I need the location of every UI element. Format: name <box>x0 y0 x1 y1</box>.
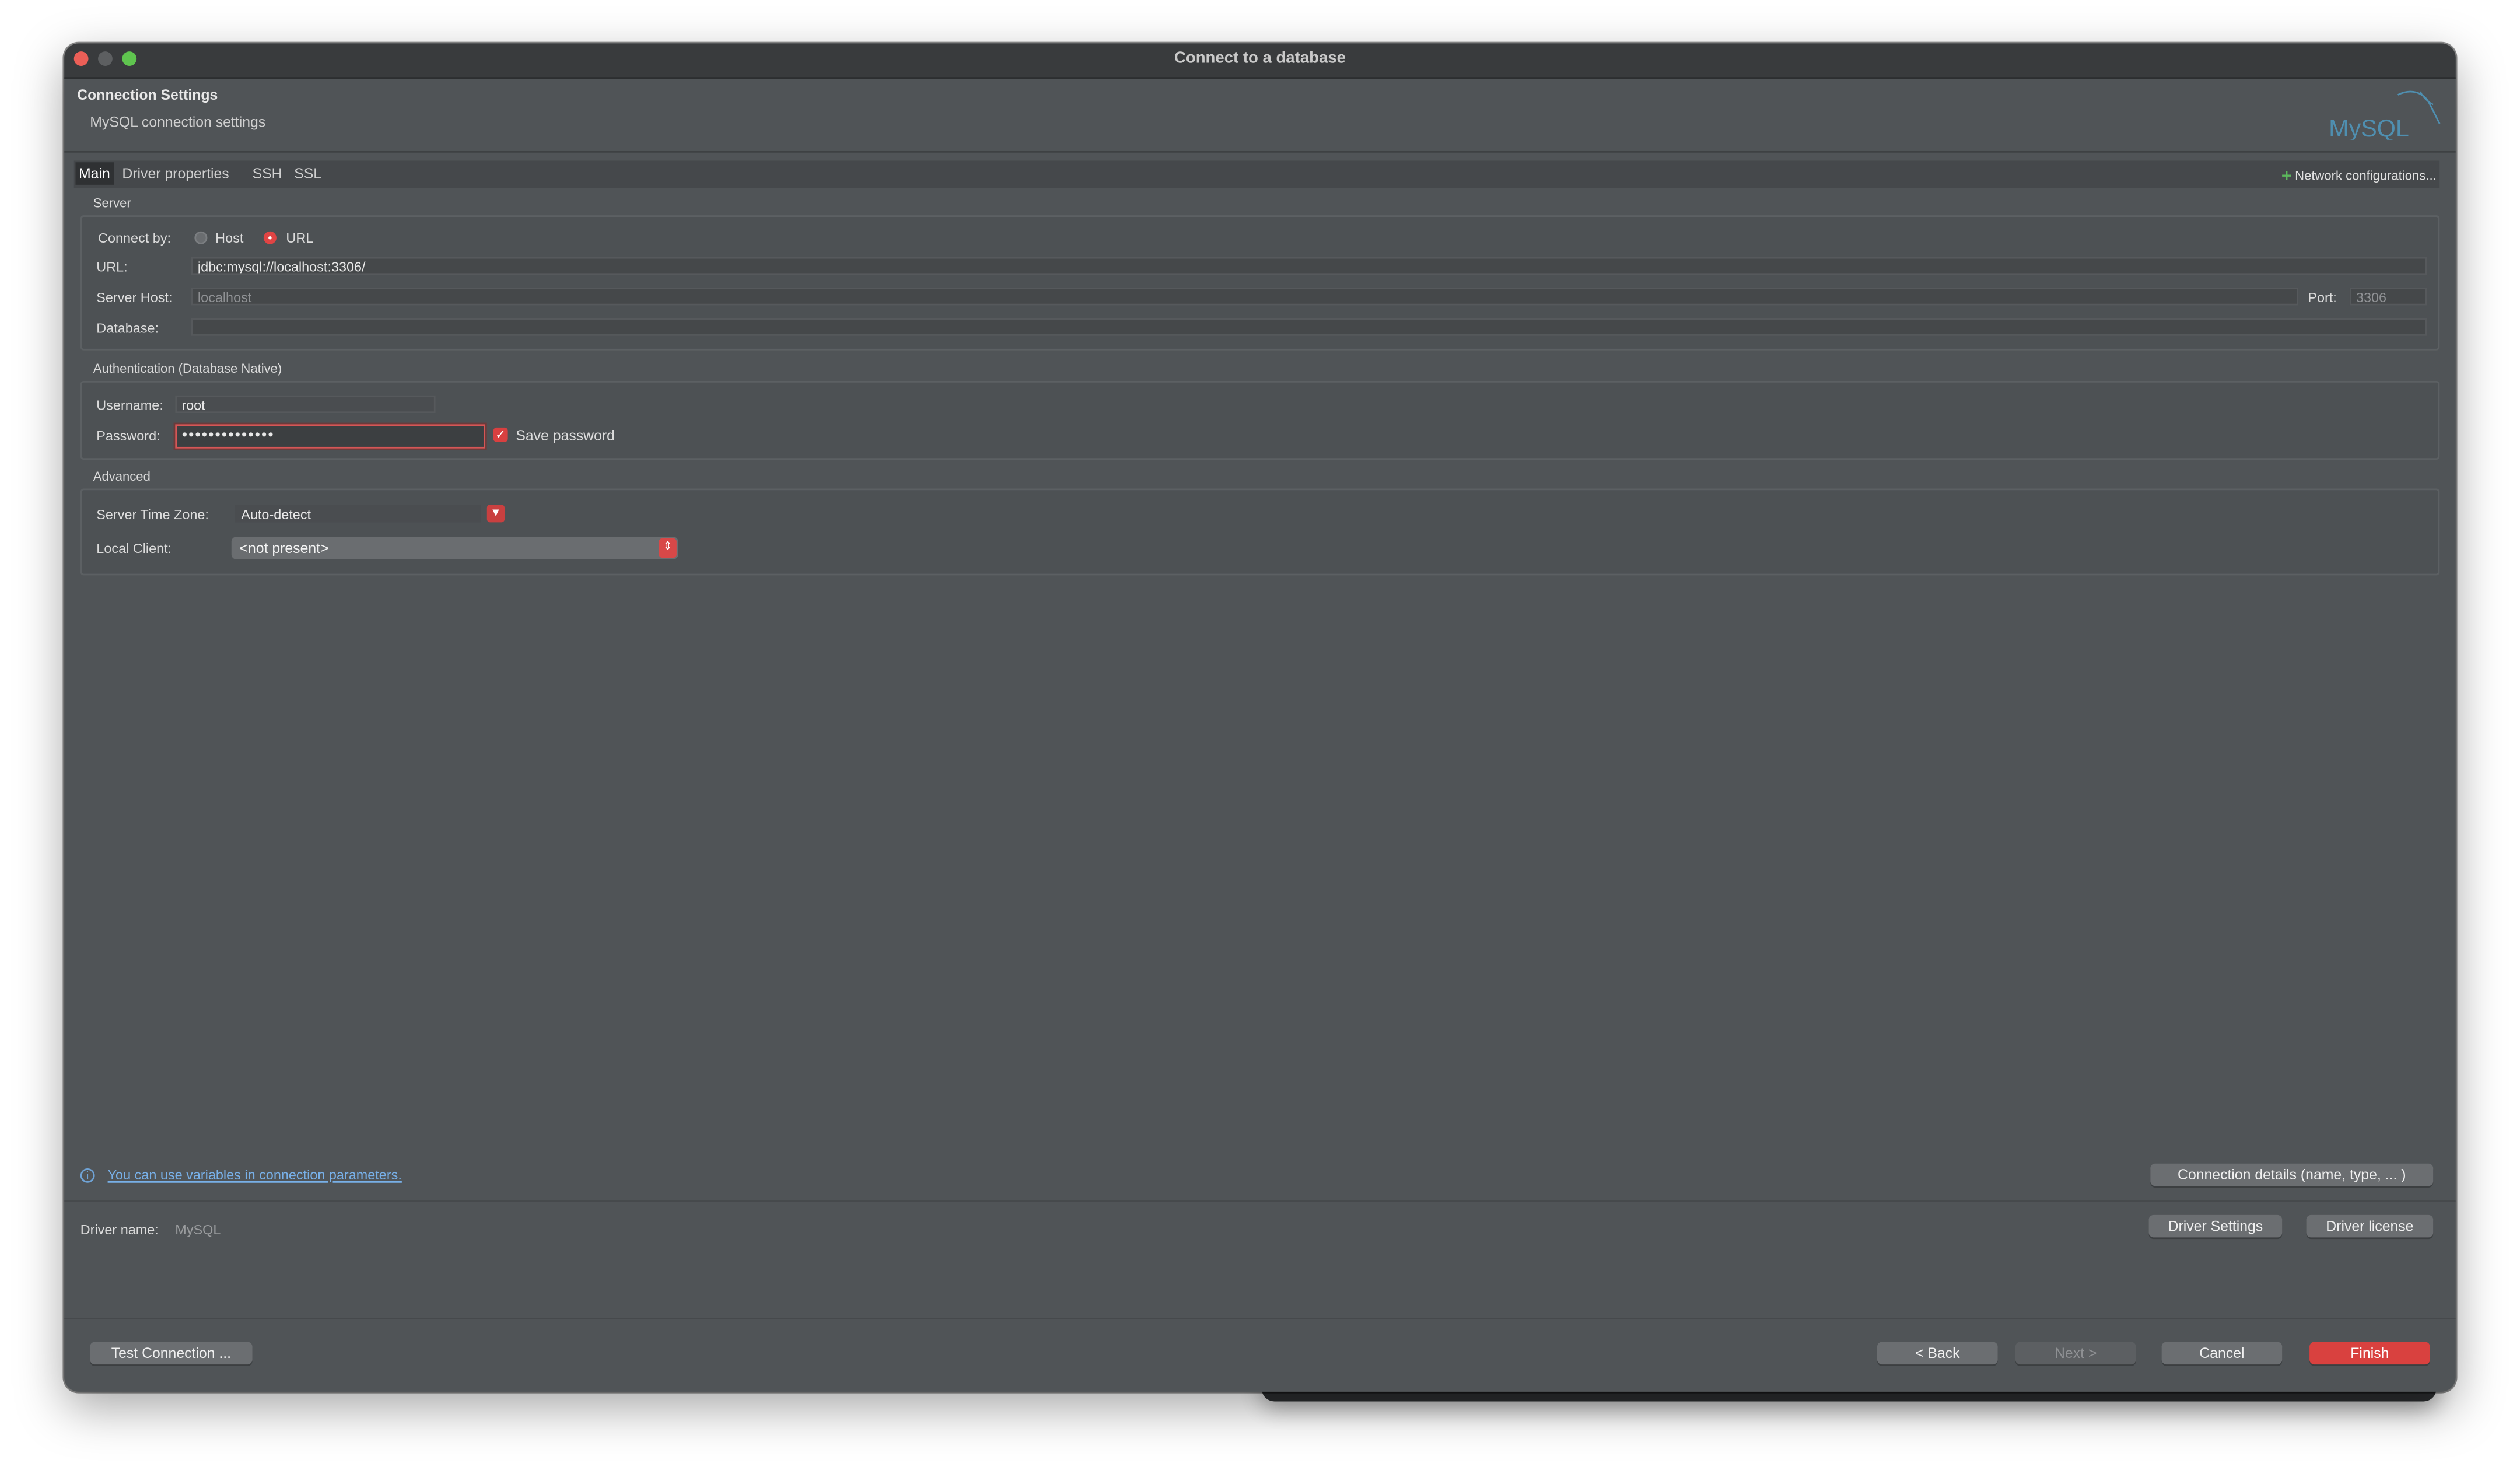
database-label: Database: <box>96 320 159 336</box>
next-button[interactable]: Next > <box>2015 1342 2136 1365</box>
back-button[interactable]: < Back <box>1877 1342 1998 1365</box>
timezone-label: Server Time Zone: <box>96 506 209 523</box>
auth-section-title: Authentication (Database Native) <box>93 361 282 376</box>
tab-driver-properties[interactable]: Driver properties <box>122 166 229 182</box>
header-divider <box>64 150 2456 153</box>
tab-main[interactable]: Main <box>75 162 114 185</box>
tab-ssl[interactable]: SSL <box>294 166 321 182</box>
footer-divider <box>64 1200 2456 1202</box>
save-password-label[interactable]: Save password <box>516 428 615 444</box>
advanced-section-title: Advanced <box>93 469 150 484</box>
connect-dialog: Connect to a database Connection Setting… <box>64 43 2456 1392</box>
network-configurations-button[interactable]: + Network configurations... <box>2281 166 2437 187</box>
local-client-select[interactable]: <not present> ⇕ <box>231 537 678 559</box>
cancel-button[interactable]: Cancel <box>2161 1342 2283 1365</box>
port-label: Port: <box>2308 289 2337 306</box>
tab-bar: Main Driver properties SSH SSL + Network … <box>74 160 2440 188</box>
database-input[interactable] <box>191 318 2427 336</box>
button-bar-divider <box>64 1318 2456 1320</box>
network-configurations-label: Network configurations... <box>2295 169 2437 184</box>
username-input[interactable]: root <box>175 395 436 414</box>
advanced-group <box>80 488 2440 576</box>
server-host-label: Server Host: <box>96 289 173 306</box>
timezone-combo[interactable]: Auto-detect <box>235 505 481 523</box>
page-title: Connection Settings <box>77 86 218 103</box>
timezone-dropdown-arrow-icon[interactable]: ▼ <box>487 505 505 523</box>
driver-name-label: Driver name: <box>80 1221 159 1238</box>
select-stepper-icon: ⇕ <box>659 538 677 558</box>
test-connection-button[interactable]: Test Connection ... <box>90 1342 253 1365</box>
host-radio-label[interactable]: Host <box>215 230 243 246</box>
title-bar: Connect to a database <box>64 43 2456 79</box>
driver-license-button[interactable]: Driver license <box>2306 1214 2434 1238</box>
url-radio-label[interactable]: URL <box>286 230 313 246</box>
svg-text:MySQL: MySQL <box>2329 115 2409 140</box>
url-input[interactable]: jdbc:mysql://localhost:3306/ <box>191 257 2427 275</box>
plus-icon: + <box>2281 167 2292 187</box>
username-label: Username: <box>96 397 163 414</box>
url-label: URL: <box>96 258 128 275</box>
local-client-value: <not present> <box>239 540 329 556</box>
driver-settings-button[interactable]: Driver Settings <box>2148 1214 2283 1238</box>
variables-help-link[interactable]: You can use variables in connection para… <box>108 1167 402 1183</box>
mysql-logo: MySQL <box>2329 90 2441 140</box>
window-title: Connect to a database <box>1174 50 1346 68</box>
port-input[interactable]: 3306 <box>2349 288 2427 306</box>
password-input[interactable]: ●●●●●●●●●●●●●● <box>175 424 486 449</box>
password-label: Password: <box>96 427 160 444</box>
server-section-title: Server <box>93 196 131 211</box>
driver-name-value: MySQL <box>175 1221 221 1238</box>
page-subtitle: MySQL connection settings <box>90 114 266 131</box>
server-host-input[interactable]: localhost <box>191 288 2298 306</box>
info-icon: i <box>80 1168 95 1183</box>
save-password-checkbox[interactable]: ✓ <box>493 427 508 442</box>
finish-button[interactable]: Finish <box>2309 1342 2430 1365</box>
url-radio[interactable] <box>263 231 276 244</box>
tab-ssh[interactable]: SSH <box>253 166 282 182</box>
local-client-label: Local Client: <box>96 540 172 556</box>
connection-details-button[interactable]: Connection details (name, type, ... ) <box>2150 1163 2434 1186</box>
host-radio[interactable] <box>194 231 208 244</box>
connect-by-label: Connect by: <box>98 229 172 246</box>
